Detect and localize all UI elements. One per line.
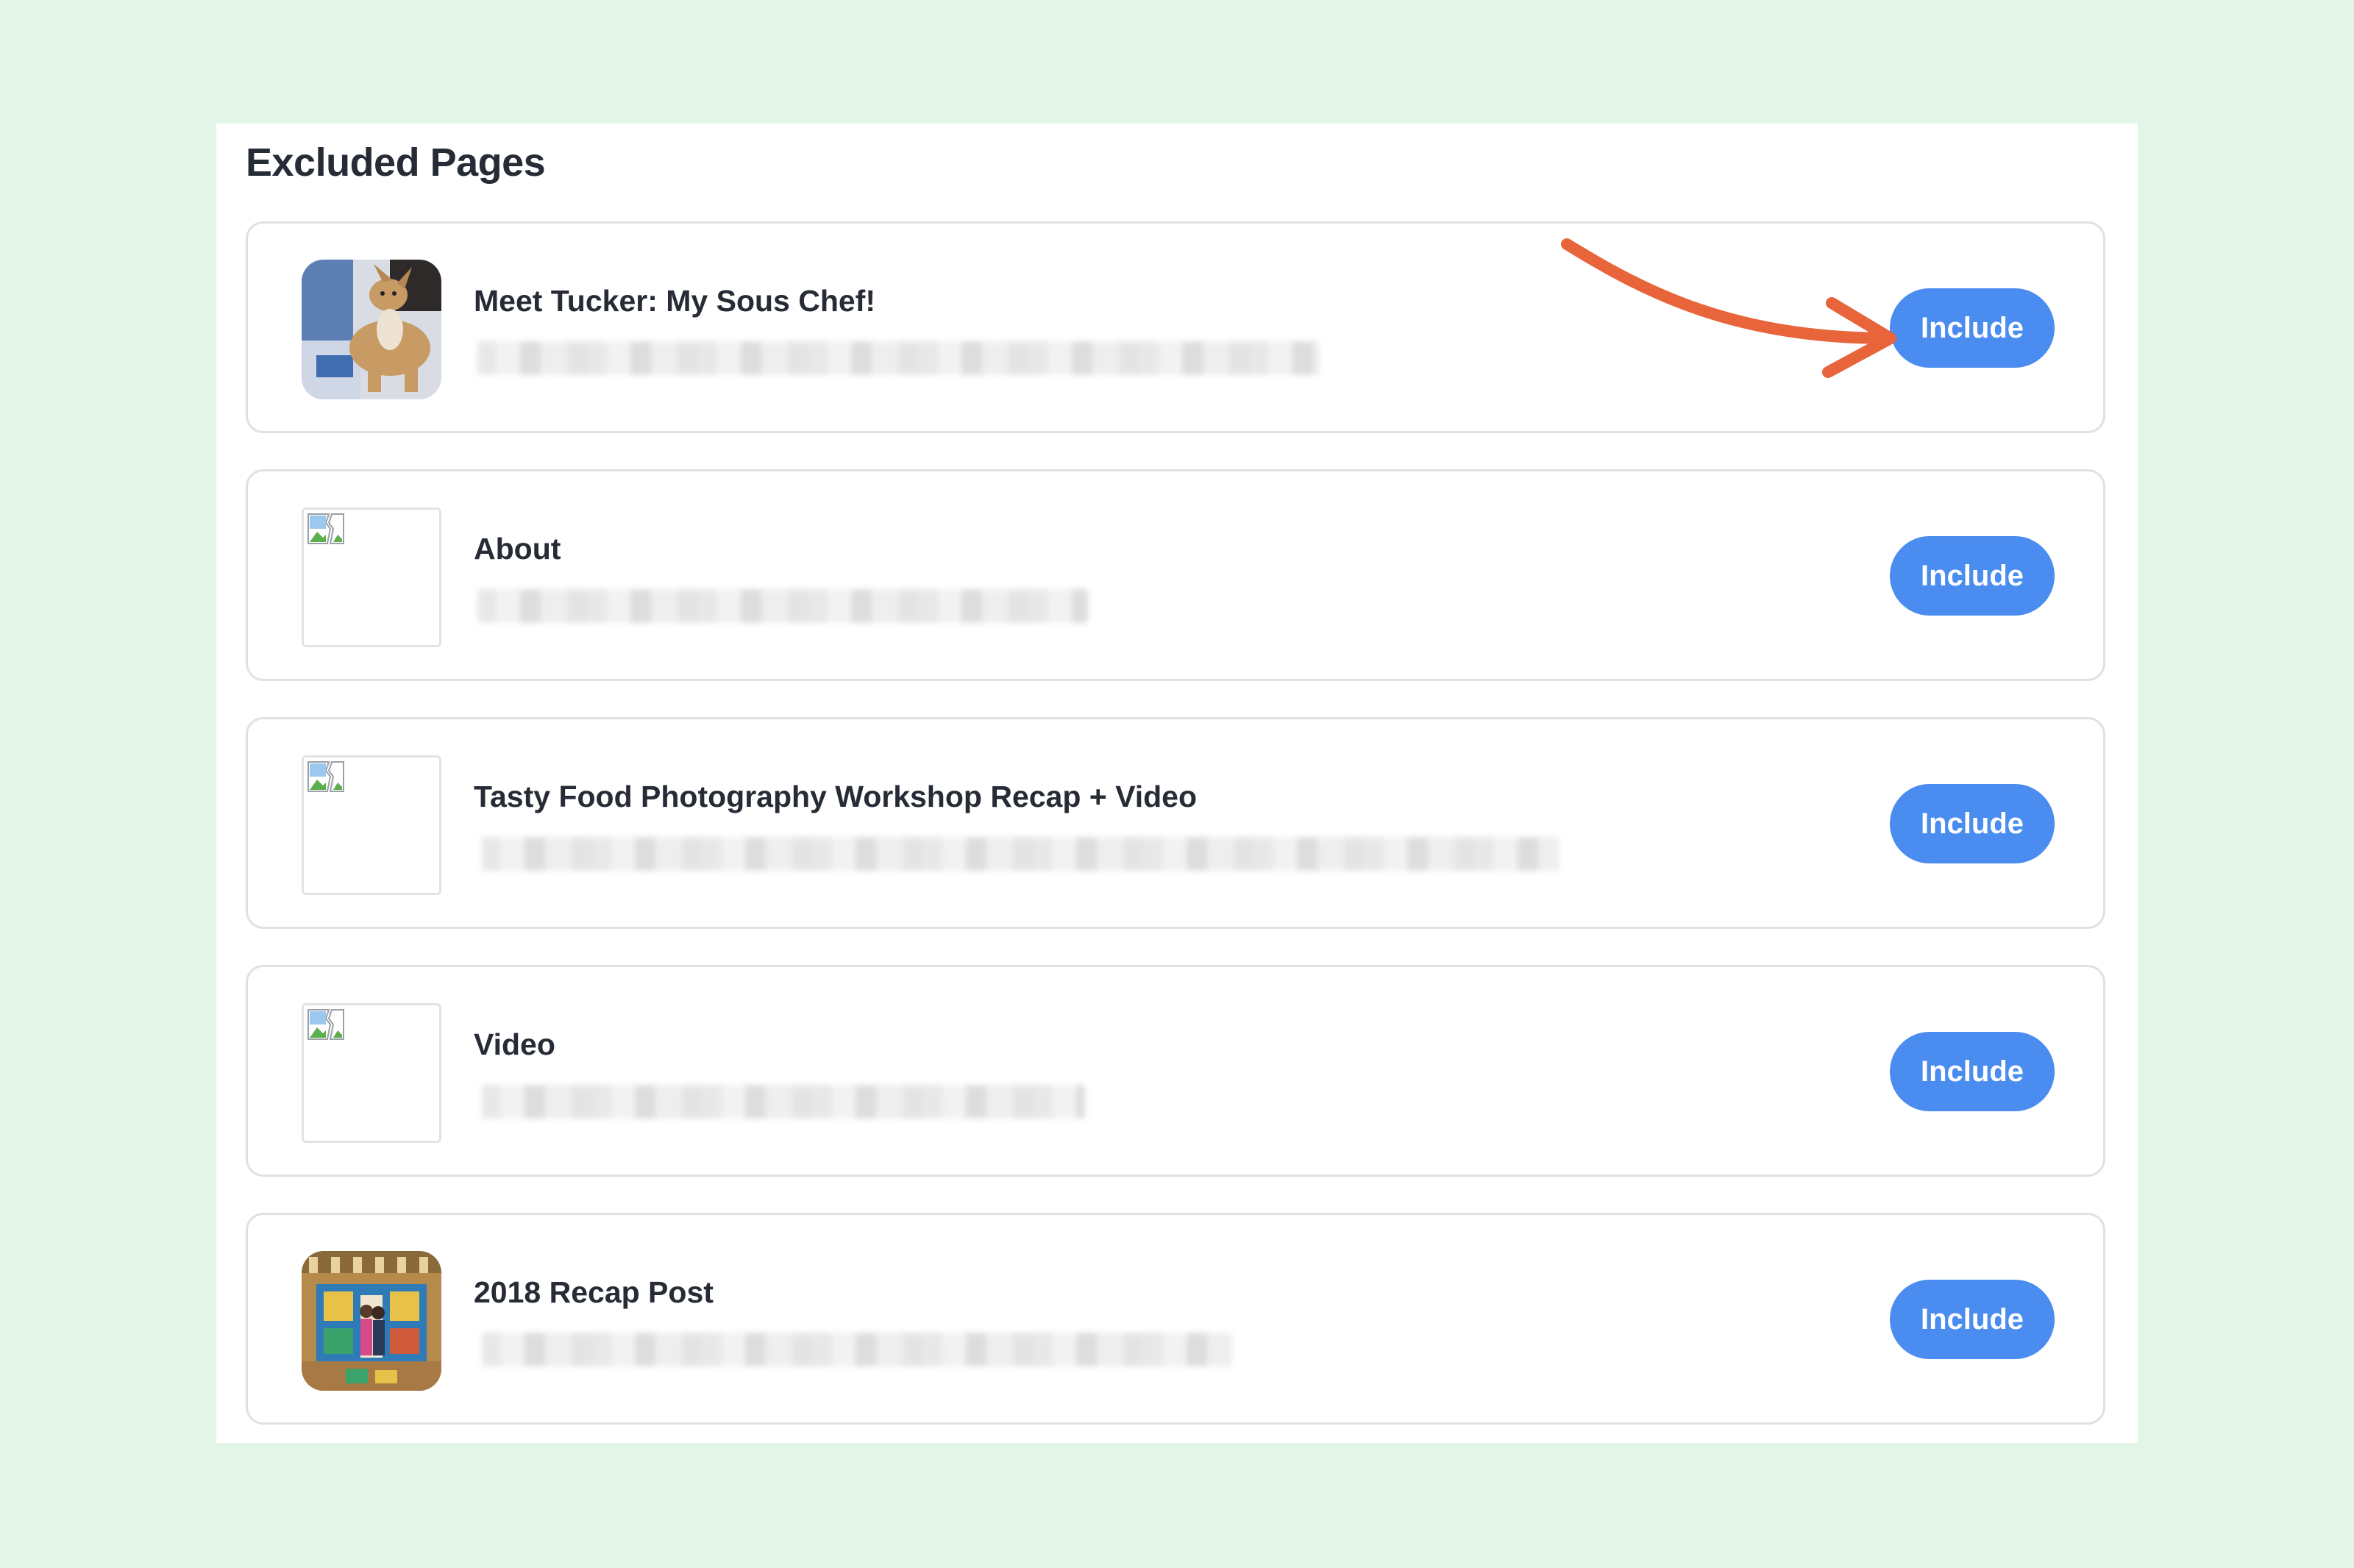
page-thumbnail-broken — [302, 507, 441, 647]
page-row-tasty-food-photography: Tasty Food Photography Workshop Recap + … — [246, 717, 2105, 929]
page-title: Meet Tucker: My Sous Chef! — [474, 284, 875, 318]
blurred-url — [482, 1085, 1085, 1119]
page-row-2018-recap: 2018 Recap Post Include — [246, 1213, 2105, 1425]
include-button[interactable]: Include — [1890, 1280, 2055, 1359]
tiled-plaza-photo-image — [302, 1251, 441, 1391]
include-button[interactable]: Include — [1890, 784, 2055, 863]
page-thumbnail-broken — [302, 1003, 441, 1143]
blurred-url — [477, 341, 1320, 375]
include-button[interactable]: Include — [1890, 1032, 2055, 1111]
dog-photo-image — [302, 260, 441, 399]
excluded-pages-panel: Excluded Pages Meet Tucker: My Sous Chef… — [216, 124, 2138, 1443]
page-title: Tasty Food Photography Workshop Recap + … — [474, 780, 1197, 813]
page-title: 2018 Recap Post — [474, 1275, 714, 1309]
broken-image-icon — [307, 761, 344, 792]
blurred-url — [477, 589, 1088, 623]
page-row-about: About Include — [246, 469, 2105, 681]
blurred-url — [482, 1333, 1232, 1366]
page-row-video: Video Include — [246, 965, 2105, 1177]
blurred-url — [482, 837, 1560, 871]
page-title: Video — [474, 1027, 555, 1061]
broken-image-icon — [307, 1009, 344, 1040]
page-thumbnail-broken — [302, 755, 441, 895]
page-thumbnail-dog — [302, 260, 441, 399]
include-button[interactable]: Include — [1890, 536, 2055, 616]
panel-title: Excluded Pages — [246, 140, 546, 185]
include-button[interactable]: Include — [1890, 288, 2055, 368]
page-title: About — [474, 532, 561, 566]
page-row-meet-tucker: Meet Tucker: My Sous Chef! Include — [246, 221, 2105, 433]
broken-image-icon — [307, 513, 344, 544]
page-thumbnail-plaza — [302, 1251, 441, 1391]
